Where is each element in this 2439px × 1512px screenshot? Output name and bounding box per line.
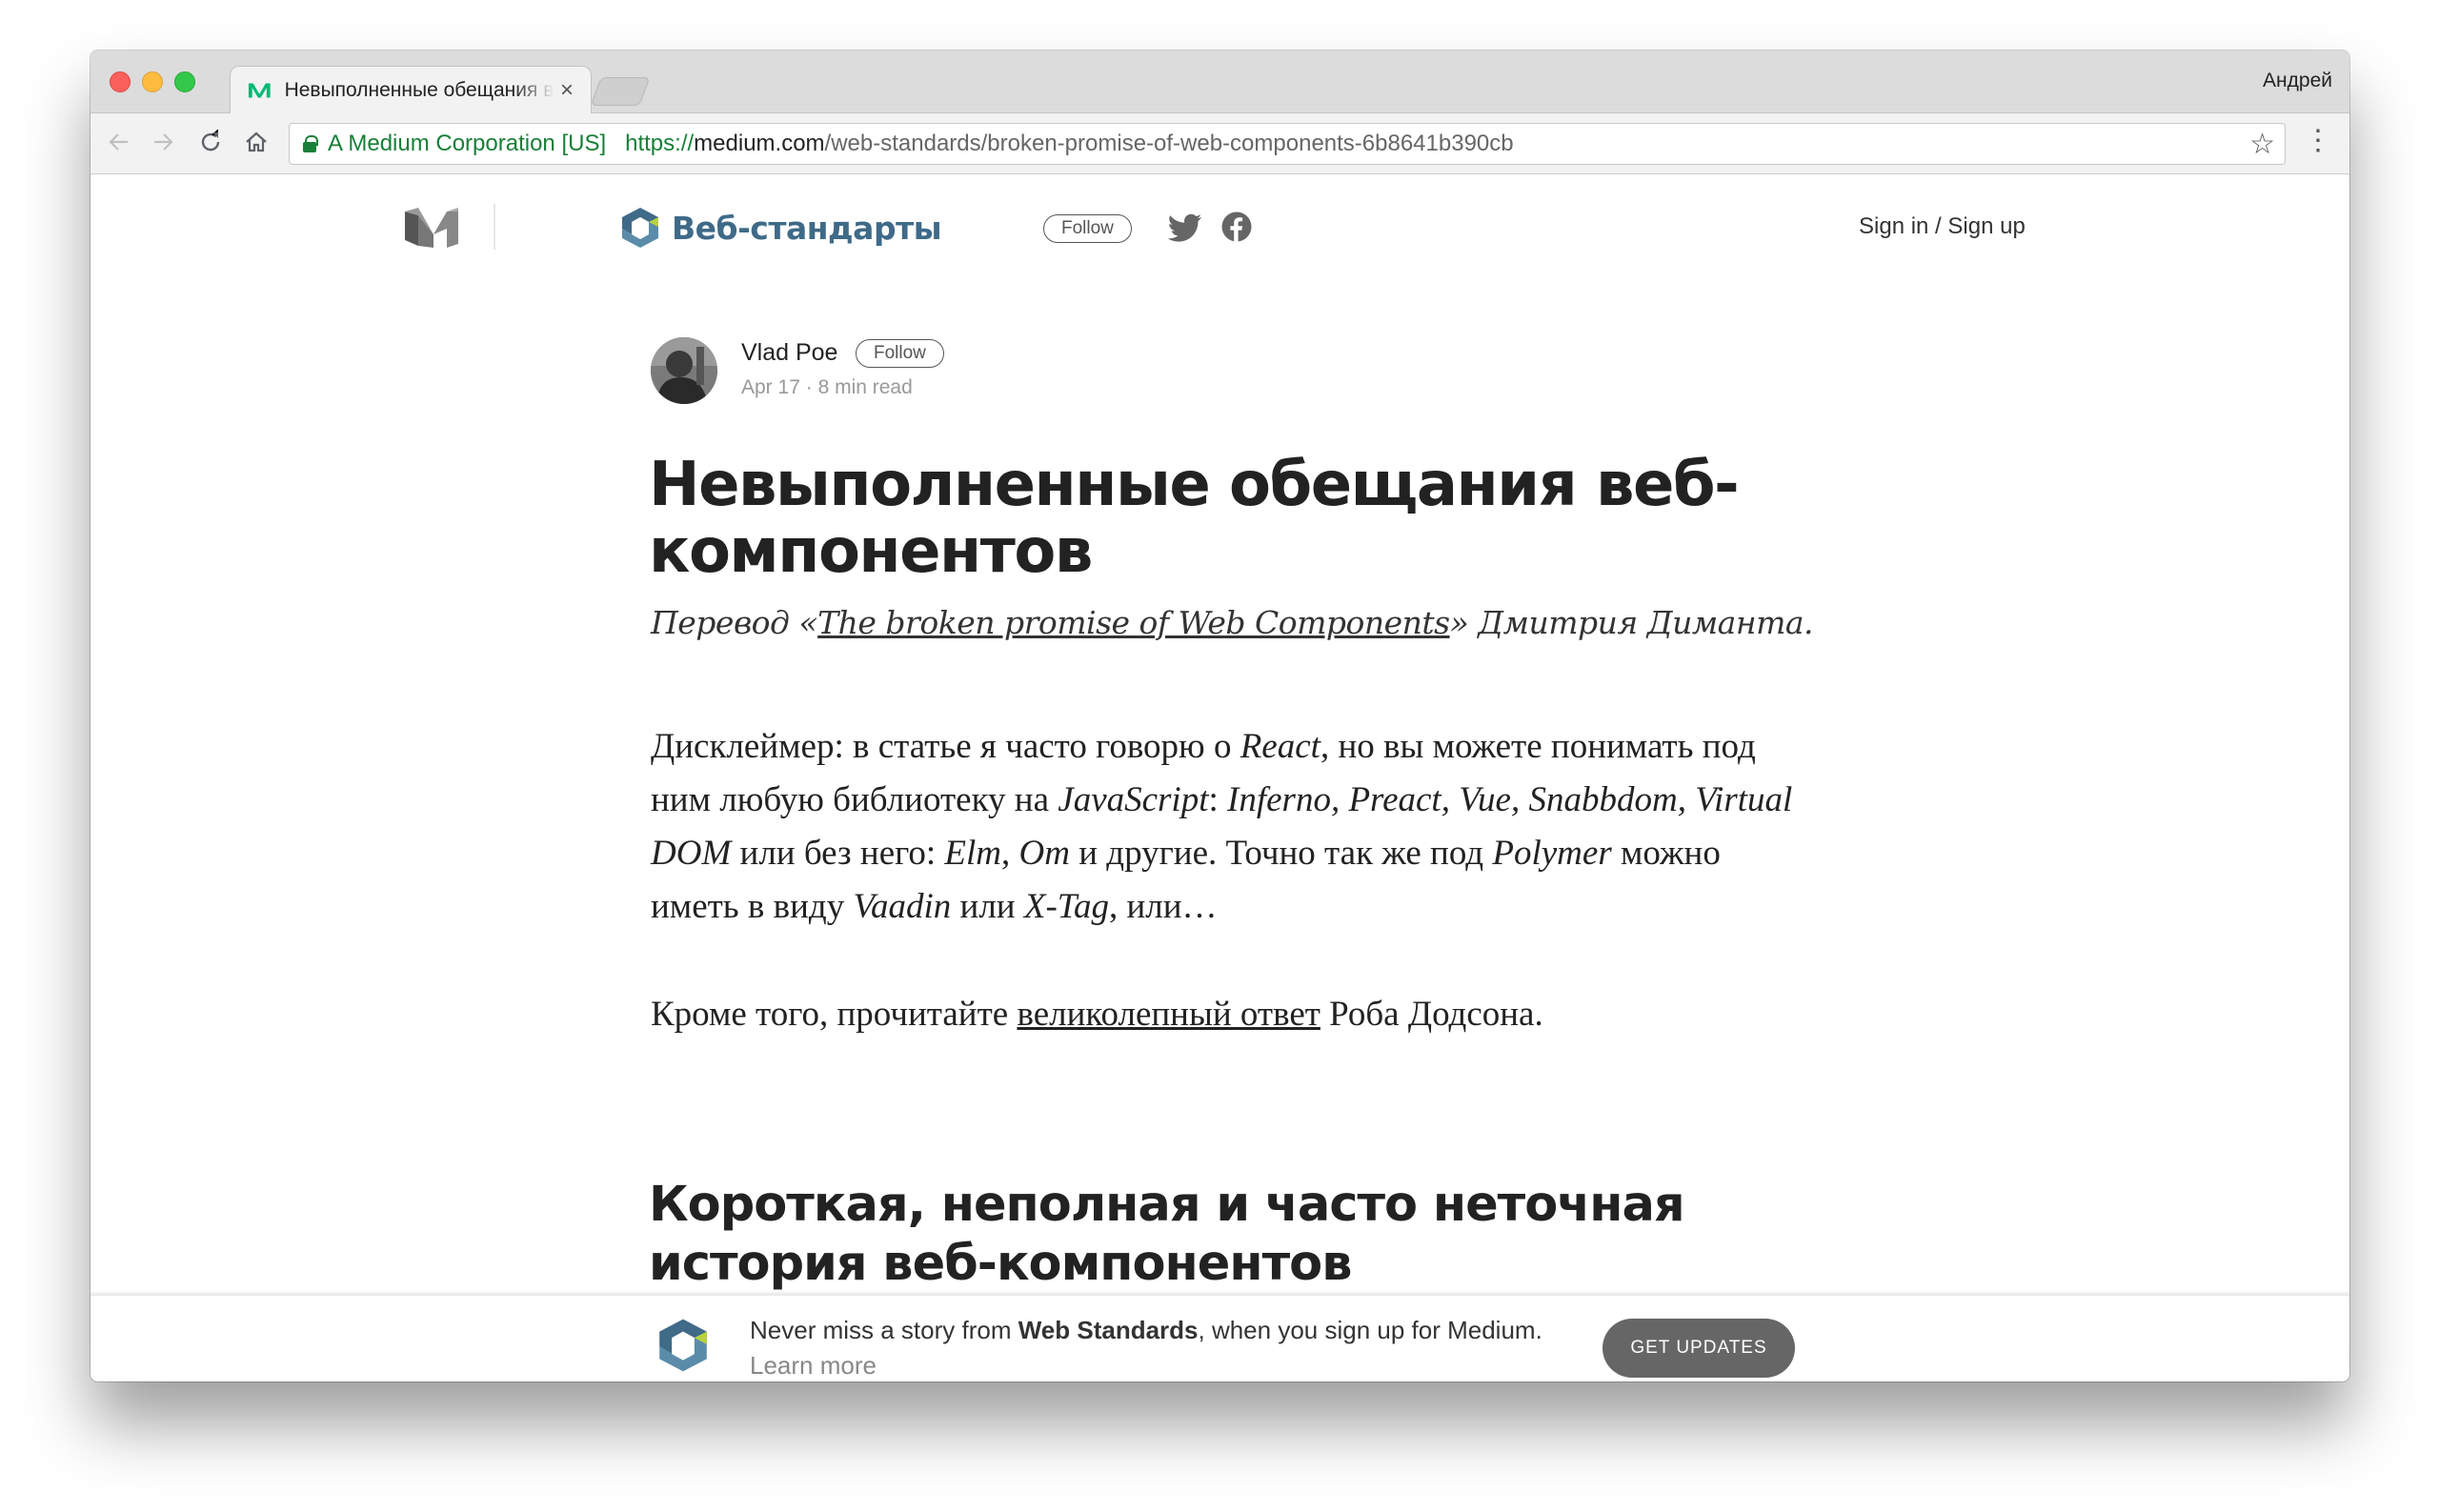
original-article-link[interactable]: The broken promise of Web Components <box>817 604 1450 641</box>
author-name[interactable]: Vlad Poe <box>741 339 837 367</box>
banner-text: Never miss a story from <box>750 1316 1018 1344</box>
p1-polymer: Polymer <box>1492 834 1612 873</box>
get-updates-button[interactable]: GET UPDATES <box>1602 1319 1795 1378</box>
bookmark-star-icon[interactable]: ☆ <box>2249 128 2275 161</box>
medium-favicon-icon <box>248 83 271 98</box>
medium-logo-icon[interactable] <box>405 206 458 250</box>
browser-window: Невыполненные обещания веб-компонентов ×… <box>91 50 2349 1381</box>
menu-dots-icon[interactable]: ⋮ <box>2304 127 2332 155</box>
lock-icon <box>303 135 318 152</box>
url-host: medium.com <box>694 131 825 156</box>
reload-icon[interactable] <box>195 127 226 157</box>
p1-text: и другие. Точно так же под <box>1069 834 1493 873</box>
subtitle-prefix: Перевод « <box>651 604 818 641</box>
address-bar[interactable]: A Medium Corporation [US] https://medium… <box>289 123 2286 165</box>
post-date: Apr 17 <box>741 376 800 398</box>
url-scheme: https:// <box>625 131 695 156</box>
back-arrow-icon[interactable] <box>104 127 134 157</box>
tab-title: Невыполненные обещания веб-компонентов <box>284 79 554 101</box>
ev-certificate-name[interactable]: A Medium Corporation [US] <box>328 131 606 157</box>
twitter-icon[interactable] <box>1168 213 1202 242</box>
sign-in-link[interactable]: Sign in / Sign up <box>1859 213 2026 240</box>
answer-paragraph: Кроме того, прочитайте великолепный отве… <box>651 988 1813 1041</box>
author-follow-button[interactable]: Follow <box>856 339 944 368</box>
p1-om: Om <box>1018 834 1070 873</box>
post-meta: Apr 17 · 8 min read <box>741 376 913 399</box>
window-maximize-button[interactable] <box>174 71 195 92</box>
p2-suffix: Роба Додсона. <box>1320 995 1543 1034</box>
author-avatar[interactable] <box>651 337 717 404</box>
banner-publication: Web Standards <box>1018 1316 1199 1344</box>
post-title: Невыполненные обещания веб-компонентов <box>649 450 1740 587</box>
p2-prefix: Кроме того, прочитайте <box>651 995 1018 1034</box>
page-content: Веб-стандарты Follow Sign in / Sign up V… <box>91 175 2349 1381</box>
signup-banner: Never miss a story from Web Standards, w… <box>91 1295 2349 1381</box>
forward-arrow-icon[interactable] <box>148 127 178 157</box>
facebook-icon[interactable] <box>1221 212 1252 242</box>
post-subtitle: Перевод «The broken promise of Web Compo… <box>651 604 1851 641</box>
great-answer-link[interactable]: великолепный ответ <box>1017 995 1320 1034</box>
new-tab-button[interactable] <box>590 77 651 106</box>
window-close-button[interactable] <box>110 71 131 92</box>
p1-xtag: X-Tag <box>1023 887 1109 926</box>
subtitle-suffix: » Дмитрия Диманта. <box>1449 604 1814 641</box>
disclaimer-paragraph: Дисклеймер: в статье я часто говорю о Re… <box>651 720 1813 934</box>
learn-more-link[interactable]: Learn more <box>750 1351 877 1380</box>
p1-react: React <box>1240 727 1320 766</box>
url-path: /web-standards/broken-promise-of-web-com… <box>824 131 1514 156</box>
p1-vaadin: Vaadin <box>853 887 952 926</box>
web-standards-logo-icon <box>659 1319 707 1372</box>
section-heading: Короткая, неполная и часто неточная исто… <box>649 1177 1685 1292</box>
tab-close-icon[interactable]: × <box>560 77 574 104</box>
p1-text: : <box>1208 780 1228 819</box>
meta-separator: · <box>805 376 813 398</box>
p1-javascript: JavaScript <box>1058 780 1209 819</box>
p1-text: или <box>951 887 1024 926</box>
banner-message: Never miss a story from Web Standards, w… <box>750 1313 1588 1381</box>
p1-elm: Elm <box>944 834 1002 873</box>
profile-name[interactable]: Андрей <box>2263 70 2332 92</box>
window-minimize-button[interactable] <box>142 71 163 92</box>
active-tab[interactable]: Невыполненные обещания веб-компонентов × <box>230 66 592 114</box>
publication-logo[interactable]: Веб-стандарты <box>620 206 942 250</box>
p1-text: Дисклеймер: в статье я часто говорю о <box>651 727 1240 766</box>
p1-text: , или… <box>1108 887 1218 926</box>
home-icon[interactable] <box>241 127 272 157</box>
p1-text: , <box>1001 834 1019 873</box>
read-time: 8 min read <box>817 376 913 398</box>
logo-divider <box>494 204 495 250</box>
publication-follow-button[interactable]: Follow <box>1043 214 1132 243</box>
web-standards-logo-icon <box>622 208 658 248</box>
publication-name: Веб-стандарты <box>672 209 942 247</box>
banner-text: , when you sign up for Medium. <box>1198 1316 1542 1344</box>
browser-toolbar: A Medium Corporation [US] https://medium… <box>91 113 2349 174</box>
tab-bar: Невыполненные обещания веб-компонентов ×… <box>91 50 2349 114</box>
p1-text: или без него: <box>731 834 945 873</box>
